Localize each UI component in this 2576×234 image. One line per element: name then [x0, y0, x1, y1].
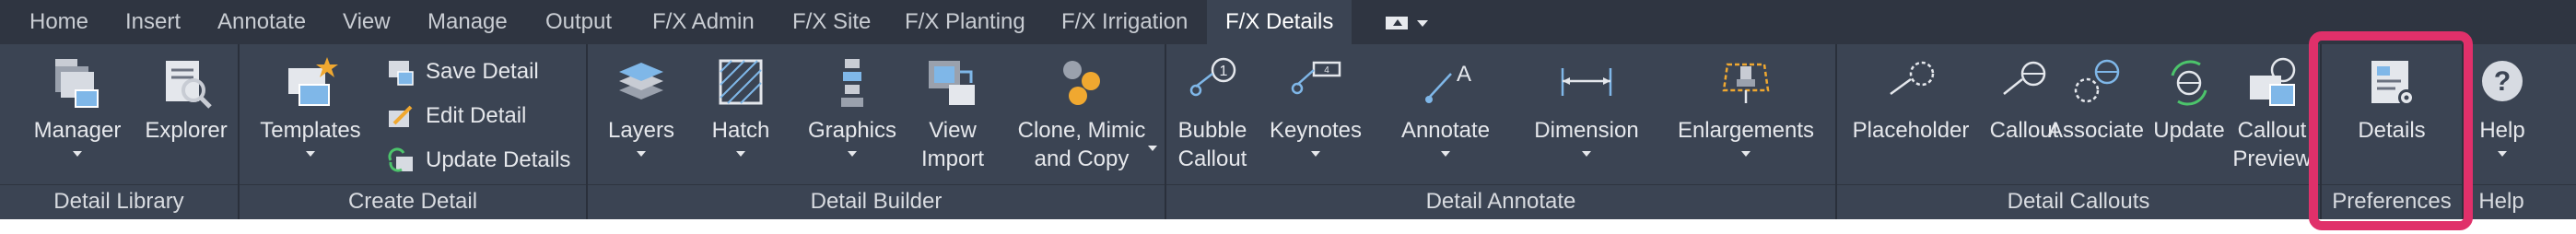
- templates-label: Templates: [260, 118, 361, 143]
- panel-title-detail-builder: Detail Builder: [810, 189, 943, 214]
- manager-label: Manager: [33, 118, 122, 143]
- enlargements-label: Enlargements: [1677, 118, 1815, 143]
- quick-access-dropdown[interactable]: [1382, 11, 1434, 33]
- svg-text:4: 4: [1324, 65, 1329, 76]
- layers-label: Layers: [607, 118, 675, 143]
- ribbon-body: Manager Explorer Detail Library Template…: [0, 44, 2576, 219]
- svg-text:?: ?: [2494, 66, 2511, 97]
- graphics-label: Graphics: [807, 118, 897, 143]
- tab-fx-planting[interactable]: F/X Planting: [905, 0, 1025, 44]
- panel-toggle-icon: [1386, 17, 1408, 29]
- dimension-label: Dimension: [1534, 118, 1639, 143]
- panel-title-create-detail: Create Detail: [347, 189, 478, 214]
- svg-text:1: 1: [1220, 64, 1228, 79]
- explorer-label: Explorer: [145, 118, 228, 143]
- chevron-down-icon: [637, 151, 646, 157]
- panel-title-detail-annotate: Detail Annotate: [1425, 189, 1576, 214]
- chevron-down-icon: [848, 151, 857, 157]
- folder-manager-icon: [55, 59, 99, 108]
- update-refresh-icon: [2171, 60, 2207, 106]
- chevron-down-icon: [2498, 151, 2507, 157]
- chevron-down-icon: [1741, 151, 1751, 157]
- tab-fx-admin[interactable]: F/X Admin: [652, 0, 755, 44]
- keynotes-icon: 4: [1291, 61, 1341, 95]
- layers-icon: [619, 63, 663, 99]
- associate-icon: [2074, 59, 2120, 103]
- chevron-down-icon: [306, 151, 315, 157]
- chevron-down-icon: [1582, 151, 1591, 157]
- ribbon-tab-bar: Home Insert Annotate View Manage Output …: [0, 0, 2576, 44]
- panel-title-detail-callouts: Detail Callouts: [2007, 189, 2150, 214]
- tab-fx-site[interactable]: F/X Site: [792, 0, 871, 44]
- tab-annotate[interactable]: Annotate: [217, 0, 306, 44]
- hatch-label: Hatch: [711, 118, 770, 143]
- tab-home[interactable]: Home: [29, 0, 88, 44]
- panel-title-help: Help: [2478, 189, 2524, 214]
- clone-mimic-copy-label: Clone, Mimic and Copy: [1017, 118, 1146, 171]
- chevron-down-icon: [73, 151, 82, 157]
- callout-icon: [2003, 61, 2046, 95]
- highlight-box: [2309, 31, 2473, 230]
- callout-preview-icon: [2250, 57, 2296, 106]
- view-import-label: View Import: [920, 118, 984, 171]
- bubble-callout-icon: 1: [1189, 57, 1236, 97]
- tab-fx-irrigation[interactable]: F/X Irrigation: [1061, 0, 1188, 44]
- edit-detail-label: Edit Detail: [426, 103, 527, 128]
- chevron-down-icon: [1311, 151, 1320, 157]
- placeholder-label: Placeholder: [1852, 118, 1970, 143]
- clone-mimic-copy-icon: [1063, 61, 1100, 105]
- tab-output[interactable]: Output: [545, 0, 612, 44]
- canvas-edge: [0, 219, 2576, 234]
- save-detail-icon: [389, 61, 414, 86]
- update-details-label: Update Details: [426, 147, 571, 172]
- help-question-icon: ?: [2482, 61, 2523, 101]
- tab-insert[interactable]: Insert: [125, 0, 181, 44]
- chevron-down-icon: [1441, 151, 1450, 157]
- hatch-icon: [719, 59, 763, 105]
- graphics-icon: [841, 59, 863, 107]
- update-details-icon: [388, 147, 413, 172]
- annotate-label: Annotate: [1400, 118, 1491, 143]
- callout-preview-label: Callout Preview: [2232, 118, 2312, 171]
- tab-fx-details[interactable]: F/X Details: [1207, 0, 1352, 44]
- keynotes-label: Keynotes: [1269, 118, 1363, 143]
- associate-label: Associate: [2047, 118, 2145, 143]
- enlargements-icon: [1722, 63, 1770, 103]
- chevron-down-icon: [736, 151, 745, 157]
- placeholder-icon: [1890, 61, 1935, 96]
- bubble-callout-label: Bubble Callout: [1177, 118, 1247, 171]
- chevron-down-icon: [1148, 146, 1157, 151]
- tab-manage[interactable]: Manage: [427, 0, 508, 44]
- save-detail-label: Save Detail: [426, 59, 539, 84]
- update-label: Update: [2153, 118, 2225, 143]
- templates-icon: [288, 57, 338, 106]
- panel-title-detail-library: Detail Library: [53, 189, 184, 214]
- view-import-icon: [929, 61, 975, 105]
- annotate-icon: A: [1425, 62, 1471, 103]
- edit-detail-icon: [389, 105, 413, 127]
- chevron-down-icon: [1417, 20, 1428, 27]
- help-label: Help: [2479, 118, 2525, 143]
- svg-text:A: A: [1457, 62, 1471, 87]
- tab-view[interactable]: View: [343, 0, 391, 44]
- dimension-icon: [1561, 68, 1612, 96]
- explorer-magnifier-icon: [166, 61, 212, 109]
